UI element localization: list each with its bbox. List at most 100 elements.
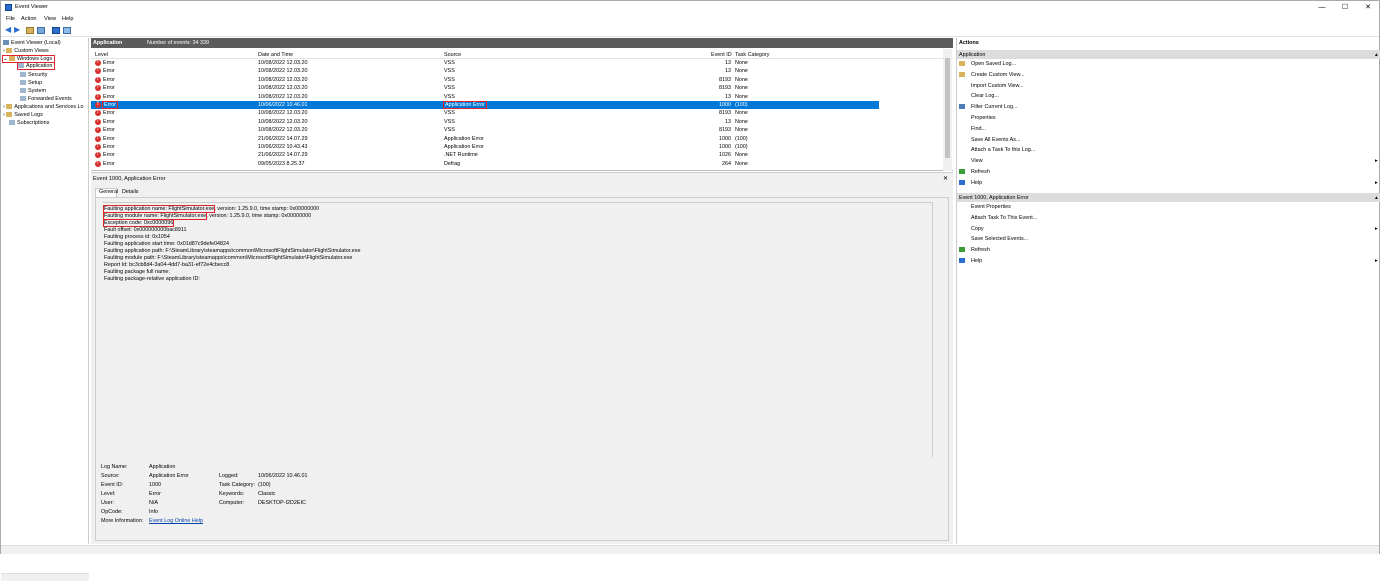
tab-details[interactable]: Details	[119, 189, 141, 195]
col-level[interactable]: Level	[95, 52, 108, 58]
tab-general[interactable]: General	[95, 188, 118, 197]
tree-item-setup[interactable]: Setup	[20, 80, 42, 86]
show-hide-tree-icon[interactable]	[37, 27, 45, 34]
prop-keywords-label: Keywords:	[219, 491, 245, 497]
forward-arrow-icon[interactable]: ▶	[14, 25, 22, 34]
cell-id: 13	[725, 118, 731, 125]
action-item[interactable]: Create Custom View...	[959, 71, 1025, 78]
tree-custom-views[interactable]: › Custom Views	[3, 48, 49, 54]
tree-horizontal-scrollbar[interactable]	[1, 573, 89, 581]
cell-level: Error	[103, 152, 115, 159]
tree-item-application[interactable]: Application	[16, 62, 56, 70]
col-source[interactable]: Source	[444, 52, 461, 58]
action-label: Copy	[971, 225, 984, 232]
event-description[interactable]: Faulting application name: FlightSimulat…	[102, 202, 933, 457]
table-row[interactable]: Error 10/08/2022 12.03.20 VSS 13 None	[91, 118, 879, 126]
action-item[interactable]: Help ▸	[959, 179, 1378, 186]
event-log-online-help-link[interactable]: Event Log Online Help	[149, 518, 203, 524]
prop-computer-label: Computer:	[219, 500, 245, 506]
action-item[interactable]: Refresh	[959, 169, 990, 175]
tree-saved-logs[interactable]: › Saved Logs	[3, 112, 43, 118]
action-icon	[959, 236, 965, 242]
cell-id: 8193	[719, 110, 731, 117]
action-icon	[959, 82, 965, 88]
tree-item-forwarded-events[interactable]: Forwarded Events	[20, 96, 72, 102]
table-row[interactable]: Error 21/06/2022 14.07.29 .NET Runtime 1026…	[91, 151, 879, 159]
menu-help[interactable]: Help	[62, 16, 74, 22]
table-row[interactable]: Error 10/06/2022 10.46.01 Application Erro…	[91, 101, 879, 109]
table-row[interactable]: Error 10/08/2022 12.03.20 VSS 13 None	[91, 59, 879, 67]
action-item[interactable]: Clear Log...	[959, 93, 999, 99]
col-date[interactable]: Date and Time	[258, 52, 293, 58]
action-item[interactable]: Filter Current Log...	[959, 104, 1017, 110]
cell-source: VSS	[444, 76, 455, 83]
cell-level: Error	[103, 68, 115, 75]
actions-app-header[interactable]: Application ▴	[957, 50, 1380, 59]
cell-level: Error	[103, 127, 115, 134]
table-row[interactable]: Error 10/08/2022 12.03.20 VSS 8193 None	[91, 76, 879, 84]
close-button[interactable]: ✕	[1357, 1, 1379, 14]
action-item[interactable]: Refresh	[959, 247, 990, 253]
table-row[interactable]: Error 10/08/2022 12.03.20 VSS 8193 None	[91, 84, 879, 92]
cell-id: 1000	[719, 144, 731, 150]
tree-windows-logs[interactable]: ⌄ Windows Logs	[1, 55, 56, 63]
table-row[interactable]: Error 10/08/2022 12.03.20 VSS 13 None	[91, 93, 879, 101]
action-item[interactable]: Find...	[959, 125, 986, 132]
table-row[interactable]: Error 10/08/2022 12.03.20 VSS 8193 None	[91, 126, 879, 134]
action-item[interactable]: Import Custom View...	[959, 82, 1024, 89]
tree-apps-services[interactable]: › Applications and Services Lo	[3, 104, 84, 110]
action-icon	[959, 71, 965, 77]
prop-computer: DESKTOP-I2D2EIC	[258, 500, 306, 506]
action-icon	[959, 93, 965, 99]
action-item[interactable]: Help ▸	[959, 258, 1378, 264]
menu-view[interactable]: View	[44, 16, 56, 22]
action-item[interactable]: Copy ▸	[959, 225, 1378, 232]
table-row[interactable]: Error 10/06/2022 10.43.43 Application Erro…	[91, 143, 879, 151]
error-icon	[95, 135, 101, 142]
action-icon	[959, 125, 965, 131]
actions-event-header[interactable]: Event 1000, Application Error ▴	[957, 193, 1380, 202]
action-item[interactable]: Open Saved Log...	[959, 61, 1016, 67]
cell-source: Application Error	[444, 135, 484, 142]
cell-task: None	[735, 93, 748, 100]
collapse-chevron-icon[interactable]: ▴	[1375, 52, 1378, 58]
minimize-button[interactable]: —	[1311, 1, 1333, 14]
action-pane-icon[interactable]	[63, 27, 71, 34]
tree-item-label: Forwarded Events	[28, 96, 72, 102]
table-row[interactable]: Error 10/08/2022 12.03.20 VSS 8193 None	[91, 109, 879, 117]
cell-source: Application Error	[443, 101, 487, 109]
detail-title: Event 1000, Application Error	[93, 176, 166, 182]
tree-root-label: Event Viewer (Local)	[11, 40, 61, 46]
action-item[interactable]: Properties	[959, 115, 996, 121]
folder-icon[interactable]	[26, 27, 34, 34]
collapse-chevron-icon[interactable]: ▴	[1375, 195, 1378, 201]
menu-file[interactable]: File	[6, 16, 15, 22]
center-pane: Application Number of events: 34 339 Lev…	[91, 38, 953, 544]
scroll-thumb[interactable]	[945, 58, 950, 158]
detail-close-icon[interactable]: ✕	[943, 175, 948, 182]
desc-line: Report Id: bc3cb8d4-3a04-4dd7-ba31-ef72e…	[104, 262, 230, 268]
maximize-button[interactable]: ☐	[1334, 1, 1356, 14]
tree-root[interactable]: Event Viewer (Local)	[3, 40, 61, 46]
tree-item-system[interactable]: System	[20, 88, 46, 94]
back-arrow-icon[interactable]: ◀	[5, 25, 13, 34]
col-event-id[interactable]: Event ID	[711, 52, 732, 58]
action-item[interactable]: Save All Events As...	[959, 136, 1020, 143]
action-item[interactable]: Attach Task To This Event...	[959, 214, 1037, 221]
table-row[interactable]: Error 21/06/2022 14.07.29 Application Erro…	[91, 135, 879, 143]
tree-item-security[interactable]: Security	[20, 72, 47, 78]
action-item[interactable]: Event Properties	[959, 204, 1011, 210]
menu-action[interactable]: Action	[21, 16, 37, 22]
action-item[interactable]: Attach a Task To this Log...	[959, 147, 1035, 153]
help-icon[interactable]	[52, 27, 60, 34]
col-task-category[interactable]: Task Category	[735, 52, 769, 58]
grid-vertical-scrollbar[interactable]	[943, 49, 952, 171]
table-row[interactable]: Error 09/05/2023 8.25.37 Defrag 264 None	[91, 160, 879, 168]
action-label: View	[971, 158, 983, 165]
grid-header: Level Date and Time Source Event ID Task…	[91, 49, 953, 59]
action-item[interactable]: View ▸	[959, 158, 1378, 165]
table-row[interactable]: Error 10/08/2022 12.03.20 VSS 13 None	[91, 67, 879, 75]
error-icon	[95, 67, 101, 75]
action-item[interactable]: Save Selected Events...	[959, 236, 1028, 242]
tree-subscriptions[interactable]: Subscriptions	[9, 120, 49, 126]
